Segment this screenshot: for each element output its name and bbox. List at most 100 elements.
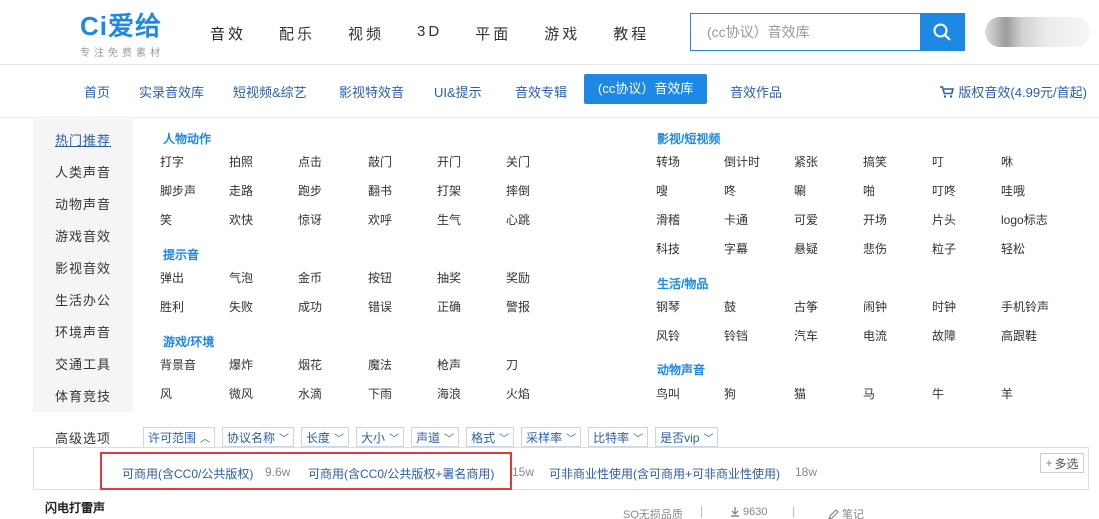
sidebar-item-environment[interactable]: 环境声音 — [55, 322, 111, 341]
tag-link[interactable]: 背景音 — [160, 356, 196, 373]
tag-link[interactable]: 欢呼 — [368, 211, 392, 228]
tag-link[interactable]: 马 — [863, 385, 875, 402]
tag-link[interactable]: 奖励 — [506, 269, 530, 286]
subnav-works[interactable]: 音效作品 — [730, 82, 782, 101]
nav-video[interactable]: 视频 — [348, 23, 384, 44]
tag-link[interactable]: 可爱 — [794, 211, 818, 228]
tag-link[interactable]: 关门 — [506, 153, 530, 170]
tag-link[interactable]: 咻 — [1001, 153, 1013, 170]
sidebar-item-sports[interactable]: 体育竞技 — [55, 386, 111, 405]
tag-link[interactable]: 卡通 — [724, 211, 748, 228]
sidebar-item-office[interactable]: 生活办公 — [55, 290, 111, 309]
multi-select-button[interactable]: + 多选 — [1040, 453, 1084, 473]
tag-link[interactable]: 脚步声 — [160, 182, 196, 199]
tag-link[interactable]: 高跟鞋 — [1001, 327, 1037, 344]
tag-link[interactable]: 抽奖 — [437, 269, 461, 286]
tag-link[interactable]: 古筝 — [794, 298, 818, 315]
tag-link[interactable]: 胜利 — [160, 298, 184, 315]
tag-link[interactable]: 粒子 — [932, 240, 956, 257]
tag-link[interactable]: 手机铃声 — [1001, 298, 1049, 315]
tag-link[interactable]: 狗 — [724, 385, 736, 402]
tag-link[interactable]: 钢琴 — [656, 298, 680, 315]
tag-link[interactable]: 成功 — [298, 298, 322, 315]
tag-link[interactable]: 跑步 — [298, 182, 322, 199]
sidebar-item-game[interactable]: 游戏音效 — [55, 226, 111, 245]
subnav-film-fx[interactable]: 影视特效音 — [339, 82, 404, 101]
filter-dropdown[interactable]: 大小 ﹀ — [356, 427, 405, 447]
filter-dropdown[interactable]: 协议名称 ﹀ — [222, 427, 295, 447]
tag-link[interactable]: 拍照 — [229, 153, 253, 170]
tag-link[interactable]: 咚 — [724, 182, 736, 199]
nav-3d[interactable]: 3D — [417, 23, 442, 44]
tag-link[interactable]: 金币 — [298, 269, 322, 286]
tag-link[interactable]: 故障 — [932, 327, 956, 344]
tag-link[interactable]: 生气 — [437, 211, 461, 228]
site-logo[interactable]: Ci爱给 专注免费素材 — [80, 12, 164, 59]
tag-link[interactable]: 点击 — [298, 153, 322, 170]
tag-link[interactable]: 片头 — [932, 211, 956, 228]
tag-link[interactable]: 翻书 — [368, 182, 392, 199]
tag-link[interactable]: 时钟 — [932, 298, 956, 315]
sidebar-item-hot[interactable]: 热门推荐 — [55, 130, 111, 149]
option-noncommercial[interactable]: 可非商业性使用(含可商用+可非商业性使用) — [549, 465, 780, 482]
tag-link[interactable]: 悲伤 — [863, 240, 887, 257]
tag-link[interactable]: 笑 — [160, 211, 172, 228]
tag-link[interactable]: 鼓 — [724, 298, 736, 315]
tag-link[interactable]: 闹钟 — [863, 298, 887, 315]
tag-link[interactable]: 叮 — [932, 153, 944, 170]
option-commercial-cc0[interactable]: 可商用(含CC0/公共版权) — [122, 465, 253, 482]
nav-tutorial[interactable]: 教程 — [613, 23, 649, 44]
tag-link[interactable]: 魔法 — [368, 356, 392, 373]
sidebar-item-transport[interactable]: 交通工具 — [55, 354, 111, 373]
tag-link[interactable]: 铃铛 — [724, 327, 748, 344]
sidebar-item-film[interactable]: 影视音效 — [55, 258, 111, 277]
subnav-albums[interactable]: 音效专辑 — [515, 82, 567, 101]
tag-link[interactable]: 紧张 — [794, 153, 818, 170]
tag-link[interactable]: 摔倒 — [506, 182, 530, 199]
tag-link[interactable]: 搞笑 — [863, 153, 887, 170]
tag-link[interactable]: 错误 — [368, 298, 392, 315]
sidebar-item-animal[interactable]: 动物声音 — [55, 194, 111, 213]
tag-link[interactable]: logo标志 — [1001, 211, 1048, 228]
tag-link[interactable]: 开门 — [437, 153, 461, 170]
result-title[interactable]: 闪电打雷声 — [45, 499, 105, 516]
tag-link[interactable]: 电流 — [863, 327, 887, 344]
tag-link[interactable]: 警报 — [506, 298, 530, 315]
tag-link[interactable]: 失败 — [229, 298, 253, 315]
filter-dropdown[interactable]: 比特率 ﹀ — [588, 427, 649, 447]
tag-link[interactable]: 猫 — [794, 385, 806, 402]
search-input[interactable] — [691, 14, 921, 50]
tag-link[interactable]: 风铃 — [656, 327, 680, 344]
tag-link[interactable]: 心跳 — [506, 211, 530, 228]
subnav-short-video[interactable]: 短视频&综艺 — [233, 82, 307, 101]
tag-link[interactable]: 轻松 — [1001, 240, 1025, 257]
tag-link[interactable]: 火焰 — [506, 385, 530, 402]
tag-link[interactable]: 开场 — [863, 211, 887, 228]
tag-link[interactable]: 哇哦 — [1001, 182, 1025, 199]
sidebar-item-human[interactable]: 人类声音 — [55, 162, 111, 181]
tag-link[interactable]: 按钮 — [368, 269, 392, 286]
nav-game[interactable]: 游戏 — [544, 23, 580, 44]
nav-music[interactable]: 配乐 — [279, 23, 315, 44]
tag-link[interactable]: 走路 — [229, 182, 253, 199]
tag-link[interactable]: 悬疑 — [794, 240, 818, 257]
tag-link[interactable]: 嗖 — [656, 182, 668, 199]
tag-link[interactable]: 惊讶 — [298, 211, 322, 228]
tag-link[interactable]: 枪声 — [437, 356, 461, 373]
tag-link[interactable]: 刀 — [506, 356, 518, 373]
tag-link[interactable]: 汽车 — [794, 327, 818, 344]
tag-link[interactable]: 烟花 — [298, 356, 322, 373]
subnav-ui[interactable]: UI&提示 — [434, 82, 482, 101]
tag-link[interactable]: 海浪 — [437, 385, 461, 402]
tag-link[interactable]: 风 — [160, 385, 172, 402]
tag-link[interactable]: 欢快 — [229, 211, 253, 228]
subnav-recorded[interactable]: 实录音效库 — [139, 82, 204, 101]
tag-link[interactable]: 科技 — [656, 240, 680, 257]
nav-graphic[interactable]: 平面 — [475, 23, 511, 44]
tag-link[interactable]: 爆炸 — [229, 356, 253, 373]
tag-link[interactable]: 打架 — [437, 182, 461, 199]
tag-link[interactable]: 羊 — [1001, 385, 1013, 402]
tag-link[interactable]: 正确 — [437, 298, 461, 315]
tag-link[interactable]: 鸟叫 — [656, 385, 680, 402]
tag-link[interactable]: 打字 — [160, 153, 184, 170]
